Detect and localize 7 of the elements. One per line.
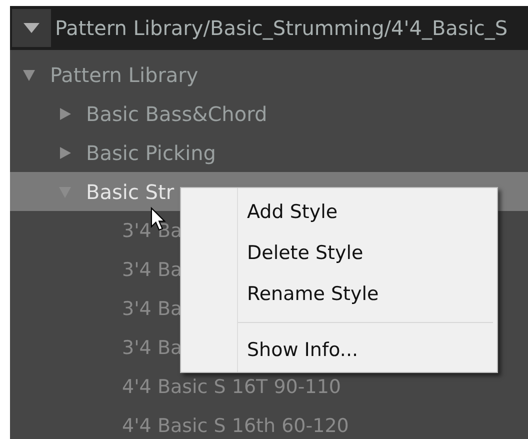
tree-item-label: 4'4 Basic S 16th 60-120 [122,414,349,436]
tree-item-label: Basic Bass&Chord [86,102,268,126]
tree-item-label: Basic Str [86,180,174,204]
tree-item-label: Pattern Library [50,62,198,86]
tree-item-label: Basic Picking [86,140,216,164]
tree-item-label: 4'4 Basic S 16T 90-110 [122,376,342,398]
path-text: Pattern Library/Basic_Strumming/4'4_Basic_S [55,16,508,40]
